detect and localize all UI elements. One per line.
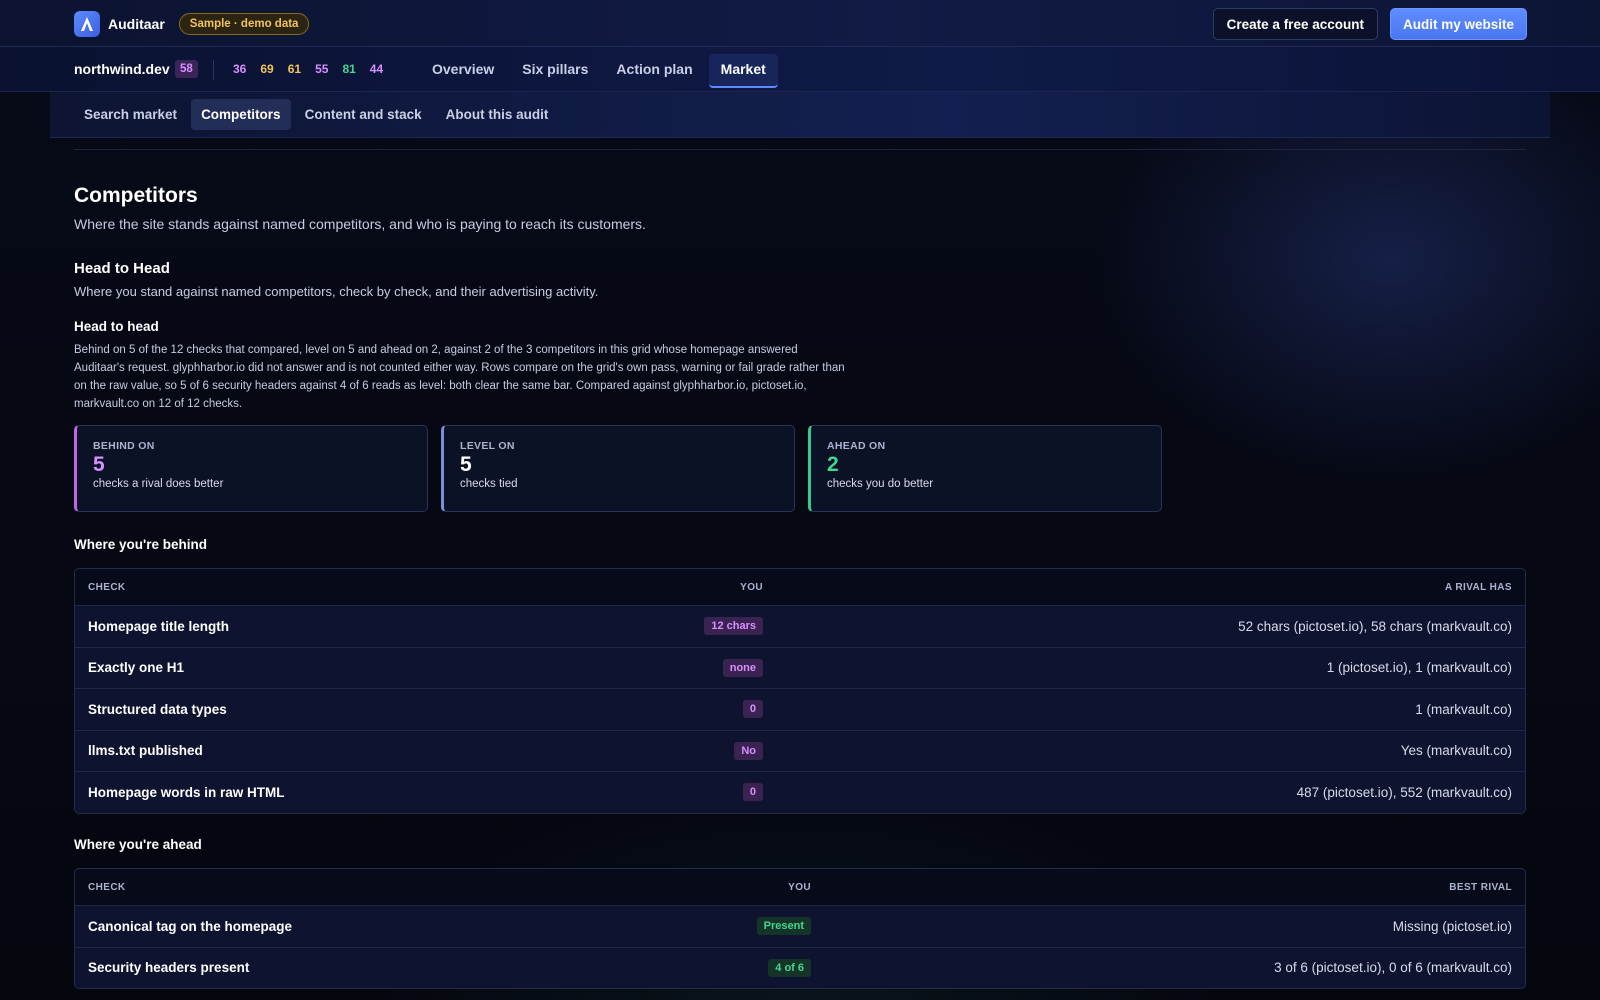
pillar-score[interactable]: 81 xyxy=(342,62,355,76)
you-value-badge: 4 of 6 xyxy=(768,958,811,977)
stat-label: BEHIND ON xyxy=(93,440,155,452)
table-row: Exactly one H1 none 1 (pictoset.io), 1 (ma… xyxy=(75,646,1525,688)
rival-value: 52 chars (pictoset.io), 58 chars (markva… xyxy=(1238,618,1512,634)
column-header: CHECK xyxy=(88,581,126,593)
column-header: YOU xyxy=(740,581,763,593)
column-header: BEST RIVAL xyxy=(1449,881,1512,893)
sub-nav: Search market Competitors Content and stac… xyxy=(50,92,1550,138)
ahead-heading: Where you're ahead xyxy=(74,837,202,852)
you-cell: Present xyxy=(711,917,811,936)
table-row: Homepage title length 12 chars 52 chars (p… xyxy=(75,605,1525,647)
section-title: Head to Head xyxy=(74,260,170,277)
you-cell: 4 of 6 xyxy=(711,958,811,977)
rival-value: 3 of 6 (pictoset.io), 0 of 6 (markvault.… xyxy=(1274,960,1512,976)
table-header: CHECK YOU A RIVAL HAS xyxy=(75,569,1525,605)
page-subtitle: Where the site stands against named comp… xyxy=(74,216,646,232)
you-value-badge: 0 xyxy=(742,783,763,802)
sample-badge: Sample · demo data xyxy=(178,13,310,35)
stat-label: LEVEL ON xyxy=(460,440,515,452)
stat-note: checks tied xyxy=(460,478,518,490)
table-row: Canonical tag on the homepage Present Miss… xyxy=(75,905,1525,947)
table-row: Security headers present 4 of 6 3 of 6 (pi… xyxy=(75,946,1525,988)
check-name: Security headers present xyxy=(88,960,250,976)
brand-name: Auditaar xyxy=(108,16,165,32)
tab-six-pillars[interactable]: Six pillars xyxy=(510,54,600,88)
pillar-score[interactable]: 55 xyxy=(315,62,328,76)
head-to-head-summary: Behind on 5 of the 12 checks that compar… xyxy=(74,344,845,410)
head-to-head-title: Head to head xyxy=(74,319,159,334)
rival-value: Missing (pictoset.io) xyxy=(1392,918,1512,934)
top-bar: Auditaar Sample · demo data Create a fre… xyxy=(0,0,1600,47)
column-header: A RIVAL HAS xyxy=(1445,581,1512,593)
site-name: northwind.dev xyxy=(74,61,170,77)
section-subtitle: Where you stand against named competitor… xyxy=(74,284,599,299)
stat-note: checks a rival does better xyxy=(93,478,224,490)
you-cell: none xyxy=(663,658,763,677)
column-header: YOU xyxy=(788,881,811,893)
page-title: Competitors xyxy=(74,184,198,207)
pillar-scores: 36 69 61 55 81 44 xyxy=(233,62,383,76)
tab-market[interactable]: Market xyxy=(708,54,778,88)
rival-value: 1 (pictoset.io), 1 (markvault.co) xyxy=(1326,660,1512,676)
behind-table: CHECK YOU A RIVAL HAS Homepage title len… xyxy=(74,568,1526,814)
check-name: Homepage words in raw HTML xyxy=(88,784,285,800)
check-name: Homepage title length xyxy=(88,618,230,634)
tab-action-plan[interactable]: Action plan xyxy=(604,54,704,88)
divider xyxy=(213,60,214,80)
stat-card-ahead: AHEAD ON 2 checks you do better xyxy=(808,425,1162,512)
subtab-competitors[interactable]: Competitors xyxy=(191,99,291,130)
create-account-button[interactable]: Create a free account xyxy=(1212,8,1378,40)
you-value-badge: none xyxy=(722,658,763,677)
divider xyxy=(74,149,1526,150)
you-cell: 0 xyxy=(663,783,763,802)
brand[interactable]: Auditaar Sample · demo data xyxy=(74,11,310,37)
rival-value: 1 (markvault.co) xyxy=(1415,701,1512,717)
rival-value: Yes (markvault.co) xyxy=(1400,743,1512,759)
table-header: CHECK YOU BEST RIVAL xyxy=(75,869,1525,905)
check-name: Exactly one H1 xyxy=(88,660,185,676)
subtab-content-and-stack[interactable]: Content and stack xyxy=(295,99,432,130)
you-value-badge: 0 xyxy=(742,700,763,719)
table-row: llms.txt published No Yes (markvault.co) xyxy=(75,729,1525,771)
pillar-score[interactable]: 69 xyxy=(260,62,273,76)
you-cell: 0 xyxy=(663,700,763,719)
table-row: Homepage words in raw HTML 0 487 (pictoset… xyxy=(75,771,1525,813)
you-cell: No xyxy=(663,741,763,760)
table-row: Structured data types 0 1 (markvault.co) xyxy=(75,688,1525,730)
you-value-badge: 12 chars xyxy=(704,617,763,636)
stat-note: checks you do better xyxy=(827,478,934,490)
stat-label: AHEAD ON xyxy=(827,440,886,452)
stat-value: 5 xyxy=(460,453,472,476)
pillar-score[interactable]: 61 xyxy=(288,62,301,76)
pillar-score[interactable]: 44 xyxy=(370,62,383,76)
ahead-table: CHECK YOU BEST RIVAL Canonical tag on th… xyxy=(74,868,1526,989)
behind-heading: Where you're behind xyxy=(74,537,207,552)
tab-overview[interactable]: Overview xyxy=(420,54,506,88)
stat-cards: BEHIND ON 5 checks a rival does better L… xyxy=(74,425,1162,512)
main-nav: Overview Six pillars Action plan Market xyxy=(420,54,778,88)
rival-value: 487 (pictoset.io), 552 (markvault.co) xyxy=(1296,784,1512,800)
subtab-about-this-audit[interactable]: About this audit xyxy=(436,99,559,130)
site-bar: northwind.dev 58 36 69 61 55 81 44 Overview Si… xyxy=(0,47,1600,92)
stat-card-level: LEVEL ON 5 checks tied xyxy=(441,425,795,512)
you-value-badge: Present xyxy=(756,917,811,936)
pillar-score[interactable]: 36 xyxy=(233,62,246,76)
you-value-badge: No xyxy=(734,741,763,760)
subtab-search-market[interactable]: Search market xyxy=(74,99,187,130)
check-name: Structured data types xyxy=(88,701,227,717)
check-name: llms.txt published xyxy=(88,743,203,759)
you-cell: 12 chars xyxy=(663,617,763,636)
stat-value: 5 xyxy=(93,453,105,476)
site-score-badge: 58 xyxy=(175,60,198,78)
auditaar-logo-icon xyxy=(74,11,100,37)
stat-value: 2 xyxy=(827,453,839,476)
check-name: Canonical tag on the homepage xyxy=(88,918,293,934)
stat-card-behind: BEHIND ON 5 checks a rival does better xyxy=(74,425,428,512)
column-header: CHECK xyxy=(88,881,126,893)
audit-website-button[interactable]: Audit my website xyxy=(1389,8,1527,40)
